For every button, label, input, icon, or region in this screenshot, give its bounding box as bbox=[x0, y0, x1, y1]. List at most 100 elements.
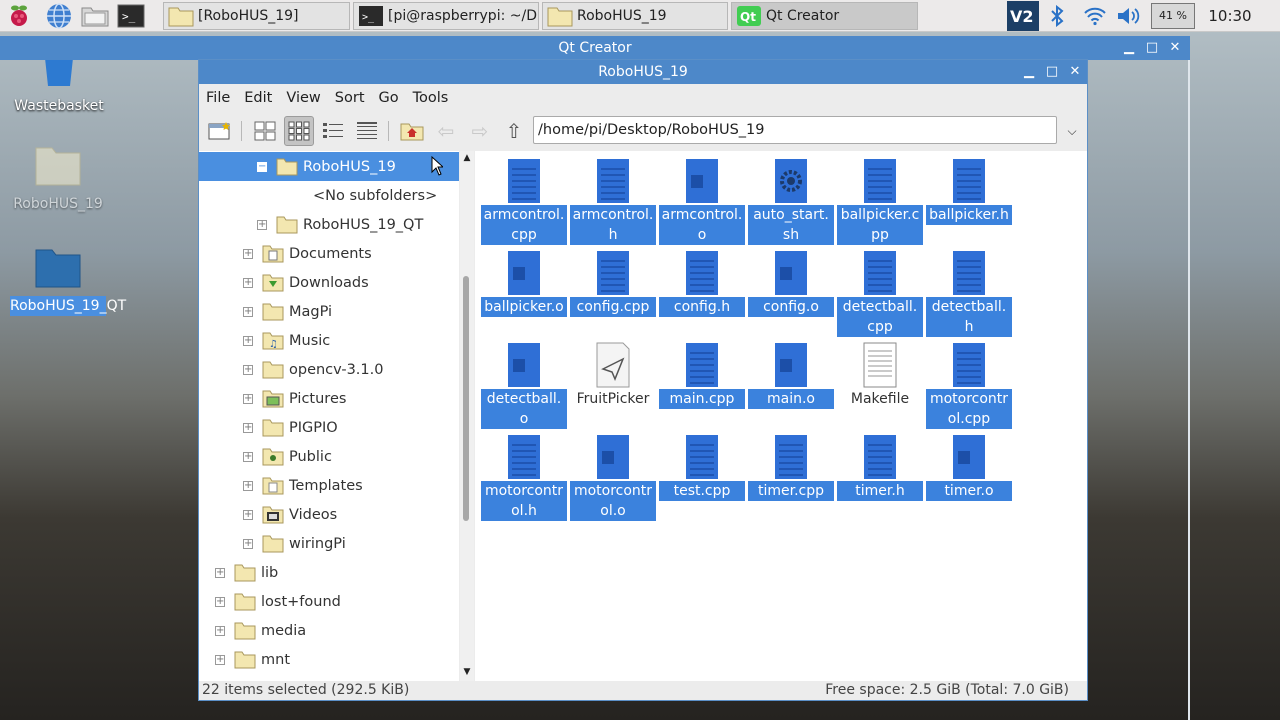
expand-icon[interactable]: + bbox=[243, 422, 253, 433]
maximize-icon[interactable]: □ bbox=[1141, 36, 1163, 60]
file-item[interactable]: motorcontrol.cpp bbox=[926, 341, 1012, 429]
file-item[interactable]: motorcontrol.h bbox=[481, 433, 567, 521]
tree-item[interactable]: + lost+found bbox=[199, 587, 459, 616]
minimize-icon[interactable]: ▁ bbox=[1118, 36, 1140, 60]
task-robohus-19[interactable]: RoboHUS_19 bbox=[542, 2, 728, 30]
maximize-icon[interactable]: □ bbox=[1041, 60, 1063, 84]
file-manager-icon[interactable] bbox=[80, 1, 110, 31]
close-icon[interactable]: ✕ bbox=[1064, 60, 1086, 84]
tree-item[interactable]: + Pictures bbox=[199, 384, 459, 413]
expand-icon[interactable]: + bbox=[243, 509, 253, 520]
expand-icon[interactable]: + bbox=[215, 654, 225, 665]
file-item[interactable]: ballpicker.cpp bbox=[837, 157, 923, 245]
tree-item[interactable]: + Public bbox=[199, 442, 459, 471]
menu-view[interactable]: View bbox=[279, 86, 327, 110]
expand-icon[interactable]: + bbox=[243, 538, 253, 549]
file-item[interactable]: config.o bbox=[748, 249, 834, 317]
vnc-icon[interactable]: V2 bbox=[1006, 0, 1040, 32]
tree-item[interactable]: + PIGPIO bbox=[199, 413, 459, 442]
expand-icon[interactable]: + bbox=[243, 393, 253, 404]
scroll-down-arrow-icon[interactable]: ▼ bbox=[462, 667, 472, 677]
expand-icon[interactable]: + bbox=[243, 335, 253, 346]
file-item[interactable]: ballpicker.h bbox=[926, 157, 1012, 225]
scrollbar-thumb[interactable] bbox=[463, 276, 469, 521]
tree-item[interactable]: + media bbox=[199, 616, 459, 645]
forward-arrow-icon[interactable]: ⇨ bbox=[465, 116, 495, 146]
browser-globe-icon[interactable] bbox=[44, 1, 74, 31]
tree-item[interactable]: + lib bbox=[199, 558, 459, 587]
tree-item[interactable]: + ♫ Music bbox=[199, 326, 459, 355]
expand-icon[interactable]: + bbox=[215, 596, 225, 607]
back-arrow-icon[interactable]: ⇦ bbox=[431, 116, 461, 146]
minimize-icon[interactable]: ▁ bbox=[1018, 60, 1040, 84]
new-window-button[interactable] bbox=[205, 116, 235, 146]
file-item[interactable]: detectball.h bbox=[926, 249, 1012, 337]
file-item[interactable]: ballpicker.o bbox=[481, 249, 567, 317]
expand-icon[interactable]: + bbox=[257, 219, 267, 230]
file-item[interactable]: detectball.o bbox=[481, 341, 567, 429]
tree-scrollbar[interactable]: ▲ ▼ bbox=[460, 151, 474, 681]
file-item[interactable]: motorcontrol.o bbox=[570, 433, 656, 521]
tree-item[interactable]: + mnt bbox=[199, 645, 459, 674]
file-item[interactable]: config.cpp bbox=[570, 249, 656, 317]
terminal-icon[interactable]: >_ bbox=[116, 1, 146, 31]
menu-sort[interactable]: Sort bbox=[328, 86, 372, 110]
expand-icon[interactable]: + bbox=[215, 625, 225, 636]
file-item[interactable]: config.h bbox=[659, 249, 745, 317]
close-icon[interactable]: ✕ bbox=[1164, 36, 1186, 60]
raspberry-menu-icon[interactable] bbox=[4, 1, 34, 31]
tree-item[interactable]: + wiringPi bbox=[199, 529, 459, 558]
task-terminal[interactable]: >_ [pi@raspberrypi: ~/D... bbox=[353, 2, 539, 30]
view-large-icons-button[interactable] bbox=[250, 116, 280, 146]
path-dropdown-chevron-icon[interactable]: ⌵ bbox=[1057, 116, 1087, 146]
path-input[interactable]: /home/pi/Desktop/RoboHUS_19 bbox=[533, 116, 1057, 144]
volume-icon[interactable] bbox=[1114, 0, 1144, 32]
file-item[interactable]: main.o bbox=[748, 341, 834, 409]
bluetooth-icon[interactable] bbox=[1044, 0, 1070, 32]
tree-item[interactable]: + RoboHUS_19_QT bbox=[199, 210, 459, 239]
view-compact-button[interactable] bbox=[318, 116, 348, 146]
file-item[interactable]: auto_start.sh bbox=[748, 157, 834, 245]
file-item[interactable]: main.cpp bbox=[659, 341, 745, 409]
file-item[interactable]: FruitPicker bbox=[570, 341, 656, 409]
file-item[interactable]: armcontrol.h bbox=[570, 157, 656, 245]
task-qt-creator[interactable]: Qt Qt Creator bbox=[731, 2, 918, 30]
expand-icon[interactable]: + bbox=[215, 567, 225, 578]
tree-item[interactable]: + opencv-3.1.0 bbox=[199, 355, 459, 384]
expand-icon[interactable]: + bbox=[243, 451, 253, 462]
file-item[interactable]: armcontrol.o bbox=[659, 157, 745, 245]
menu-go[interactable]: Go bbox=[372, 86, 406, 110]
expand-icon[interactable]: + bbox=[243, 248, 253, 259]
expand-icon[interactable]: + bbox=[243, 306, 253, 317]
tree-item[interactable]: + Videos bbox=[199, 500, 459, 529]
tree-item[interactable]: − RoboHUS_19 bbox=[199, 152, 459, 181]
tree-item[interactable]: + MagPi bbox=[199, 297, 459, 326]
tree-item[interactable]: + Templates bbox=[199, 471, 459, 500]
menu-edit[interactable]: Edit bbox=[237, 86, 279, 110]
view-small-icons-button[interactable] bbox=[284, 116, 314, 146]
file-item[interactable]: Makefile bbox=[837, 341, 923, 409]
expand-icon[interactable]: + bbox=[243, 364, 253, 375]
wifi-icon[interactable] bbox=[1080, 0, 1110, 32]
view-detailed-list-button[interactable] bbox=[352, 116, 382, 146]
expand-icon[interactable]: + bbox=[243, 480, 253, 491]
clock[interactable]: 10:30 bbox=[1200, 0, 1260, 32]
tree-item[interactable]: <No subfolders> bbox=[199, 181, 459, 210]
tree-item[interactable]: + Downloads bbox=[199, 268, 459, 297]
file-item[interactable]: timer.o bbox=[926, 433, 1012, 501]
file-item[interactable]: detectball.cpp bbox=[837, 249, 923, 337]
file-item[interactable]: timer.cpp bbox=[748, 433, 834, 501]
file-item[interactable]: timer.h bbox=[837, 433, 923, 501]
collapse-icon[interactable]: − bbox=[257, 161, 267, 172]
home-button[interactable] bbox=[397, 116, 427, 146]
file-item[interactable]: armcontrol.cpp bbox=[481, 157, 567, 245]
expand-icon[interactable]: + bbox=[243, 277, 253, 288]
menu-file[interactable]: File bbox=[199, 86, 237, 110]
tree-item[interactable]: + Documents bbox=[199, 239, 459, 268]
scroll-up-arrow-icon[interactable]: ▲ bbox=[462, 153, 472, 163]
up-arrow-icon[interactable]: ⇧ bbox=[499, 116, 529, 146]
menu-tools[interactable]: Tools bbox=[406, 86, 456, 110]
cpu-usage-monitor[interactable]: 41 % bbox=[1150, 0, 1196, 32]
task-robohus-19-brackets[interactable]: [RoboHUS_19] bbox=[163, 2, 350, 30]
file-item[interactable]: test.cpp bbox=[659, 433, 745, 501]
